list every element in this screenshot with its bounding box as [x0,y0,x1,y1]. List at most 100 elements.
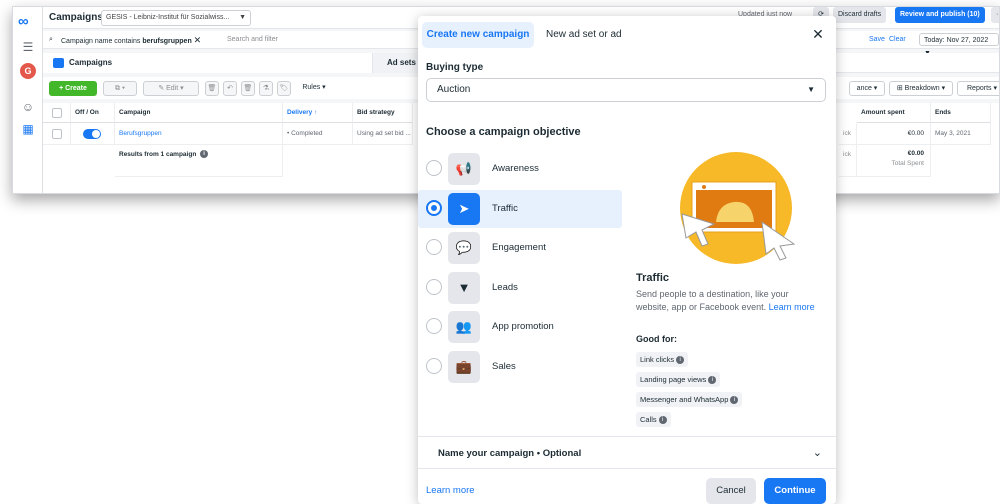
objective-option-app-promotion[interactable]: 👥 App promotion [418,308,622,346]
account-name: GESIS - Leibniz-Institut für Sozialwiss.… [106,14,230,21]
undo-icon[interactable]: ↶ [223,81,237,96]
objective-label: App promotion [492,321,554,332]
account-select[interactable]: GESIS - Leibniz-Institut für Sozialwiss.… [101,10,251,26]
header-bid-strategy[interactable]: Bid strategy [353,103,413,123]
table-icon[interactable]: ▦ [20,121,36,137]
delete-icon[interactable]: 🗑 [205,81,219,96]
briefcase-icon: 💼 [448,351,480,383]
create-button[interactable]: + Create [49,81,97,96]
search-icon: ⌕ [49,36,53,43]
rules-dropdown[interactable]: Rules ▾ [297,81,331,96]
breakdown-dropdown[interactable]: ⊞ Breakdown ▾ [889,81,953,96]
save-link[interactable]: Save [869,34,885,46]
objective-radio[interactable] [426,279,442,295]
tab-ad-sets-label: Ad sets [387,58,416,67]
header-delivery[interactable]: Delivery ↑ [283,103,353,123]
info-icon[interactable]: i [730,396,739,405]
tab-create-new-campaign[interactable]: Create new campaign [422,22,534,48]
reports-label: Reports [967,85,992,92]
meta-logo-icon[interactable]: ∞ [18,13,29,30]
info-icon[interactable]: i [200,150,209,159]
select-all-checkbox[interactable] [52,108,62,118]
total-spent-label: Total Spent [891,160,924,167]
filter-chip[interactable]: Campaign name contains berufsgruppen ✕ [61,34,201,46]
chevron-down-icon[interactable]: ⌄ [813,446,822,459]
search-input[interactable]: Search and filter [227,34,278,46]
columns-dropdown[interactable]: ance ▾ [849,81,885,96]
tag-icon[interactable]: 🏷 [277,81,291,96]
clear-link[interactable]: Clear [889,34,906,46]
close-icon[interactable]: ✕ [810,26,826,42]
objective-radio[interactable] [426,318,442,334]
delivery-status: • Completed [283,123,353,145]
objective-label: Engagement [492,242,546,253]
divider [418,436,836,437]
trash-icon[interactable]: 🗑 [241,81,255,96]
edit-label: Edit [166,85,179,92]
close-icon[interactable]: ✕ [194,35,202,45]
objective-label: Awareness [492,163,539,174]
date-range-picker[interactable]: Today: Nov 27, 2022 ▼ [919,33,999,57]
objective-learn-more-link[interactable]: Learn more [769,302,815,312]
row-select-cell [43,123,71,145]
bid-strategy-value: Using ad set bid ... [353,123,413,145]
objective-option-leads[interactable]: ▼ Leads [418,269,622,307]
campaign-toggle[interactable] [83,129,101,139]
objective-radio[interactable] [426,358,442,374]
megaphone-icon: 📢 [448,153,480,185]
objective-option-sales[interactable]: 💼 Sales [418,348,622,386]
tab-new-ad-set-or-ad[interactable]: New ad set or ad [546,22,622,48]
campaign-name-link[interactable]: Berufsgruppen [115,123,283,145]
ab-test-icon[interactable]: ⚗ [259,81,273,96]
learn-more-link[interactable]: Learn more [426,485,475,496]
objective-option-traffic[interactable]: ➤ Traffic [418,190,622,228]
tab-campaigns[interactable]: Campaigns [43,53,373,73]
more-icon[interactable]: ··· [991,7,999,23]
good-for-item-label: Messenger and WhatsApp [640,395,729,404]
header-onoff[interactable]: Off / On [71,103,115,123]
page-title: Campaigns [49,12,103,23]
folder-icon [53,58,64,68]
results-clipped-cell: ick [839,145,857,177]
objective-detail-description: Send people to a destination, like your … [636,288,816,314]
chevron-down-icon: ▼ [807,85,815,94]
continue-button[interactable]: Continue [764,478,826,504]
smiley-icon[interactable]: ☺ [20,99,36,115]
objective-description-text: Send people to a destination, like your … [636,289,789,312]
buying-type-label: Buying type [426,62,484,73]
header-ends[interactable]: Ends [931,103,991,123]
header-amount-spent[interactable]: Amount spent [857,103,931,123]
objective-radio[interactable] [426,160,442,176]
edit-button[interactable]: ✎ Edit ▾ [143,81,199,96]
name-campaign-section[interactable]: Name your campaign • Optional [438,448,581,459]
good-for-chip: Landing page views i [636,372,721,387]
reports-dropdown[interactable]: Reports ▾ [957,81,999,96]
objective-option-awareness[interactable]: 📢 Awareness [418,150,622,188]
objective-option-engagement[interactable]: 💬 Engagement [418,229,622,267]
cancel-button[interactable]: Cancel [706,478,756,504]
filter-prefix: Campaign name contains [61,38,143,45]
discard-drafts-button[interactable]: Discard drafts [833,7,887,23]
row-checkbox[interactable] [52,129,62,139]
info-icon[interactable]: i [708,376,717,385]
duplicate-button[interactable]: ⧉ ▾ [103,81,137,96]
menu-icon[interactable]: ☰ [20,39,36,55]
select-all-cell [43,103,71,123]
cursor-icon: ➤ [448,193,480,225]
review-publish-button[interactable]: Review and publish (10) [895,7,985,23]
results-summary: Results from 1 campaign i [115,145,283,177]
funnel-icon: ▼ [448,272,480,304]
avatar[interactable]: G [20,63,36,79]
objective-radio[interactable] [426,239,442,255]
buying-type-select[interactable]: Auction ▼ [426,78,826,102]
info-icon[interactable]: i [676,356,685,365]
chevron-down-icon: ▼ [239,14,246,21]
breakdown-label: Breakdown [904,85,940,92]
date-range-label: Today: Nov 27, 2022 [924,37,989,44]
chat-bubbles-icon: 💬 [448,232,480,264]
good-for-item-label: Landing page views [640,375,707,384]
objective-radio[interactable] [426,200,442,216]
info-icon[interactable]: i [658,416,667,425]
ends-value: May 3, 2021 [931,123,991,145]
header-campaign[interactable]: Campaign [115,103,283,123]
